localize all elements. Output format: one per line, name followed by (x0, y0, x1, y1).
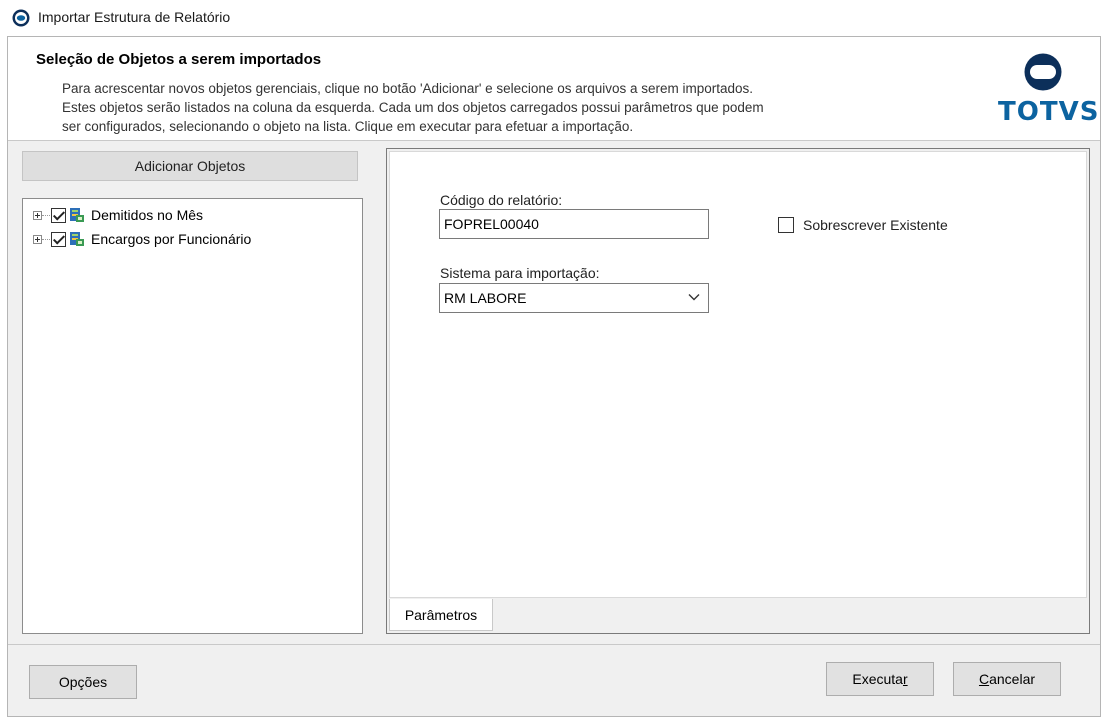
system-select[interactable]: RM LABORE (439, 283, 709, 313)
system-label: Sistema para importação: (440, 265, 600, 281)
tree-item-encargos[interactable]: Encargos por Funcionário (33, 229, 251, 249)
description-line: Para acrescentar novos objetos gerenciai… (62, 81, 754, 96)
header-description: Para acrescentar novos objetos gerenciai… (62, 79, 922, 136)
report-code-input[interactable] (439, 209, 709, 239)
add-objects-button[interactable]: Adicionar Objetos (22, 151, 358, 181)
parameters-tab-content: Código do relatório: Sobrescrever Existe… (389, 151, 1087, 598)
parameters-panel: Código do relatório: Sobrescrever Existe… (386, 148, 1090, 634)
tree-item-checkbox[interactable] (51, 231, 66, 247)
chevron-down-icon (688, 294, 700, 301)
tree-item-checkbox[interactable] (51, 207, 66, 223)
expand-icon[interactable] (33, 234, 42, 244)
system-select-value: RM LABORE (444, 290, 527, 306)
cancel-accelerator: C (978, 671, 990, 687)
overwrite-checkbox-row[interactable]: Sobrescrever Existente (778, 217, 948, 233)
header-title: Seleção de Objetos a serem importados (36, 51, 322, 68)
code-label: Código do relatório: (440, 192, 563, 208)
logo-text: TOTVS (998, 97, 1100, 127)
expand-icon[interactable] (33, 210, 42, 220)
window-title: Importar Estrutura de Relatório (38, 9, 231, 25)
cancel-button[interactable]: Cancelar (953, 662, 1061, 696)
description-line: Estes objetos serão listados na coluna d… (62, 100, 764, 115)
tree-connector (42, 238, 50, 240)
objects-tree[interactable]: Demitidos no Mês Encargos por Funcionári… (22, 198, 363, 634)
tab-parametros[interactable]: Parâmetros (389, 599, 493, 631)
app-icon (12, 9, 30, 27)
tree-item-label: Encargos por Funcionário (91, 231, 252, 247)
tree-item-demitidos[interactable]: Demitidos no Mês (33, 205, 203, 225)
cancel-label: ancelar (989, 671, 1036, 687)
execute-button[interactable]: Executa r (826, 662, 934, 696)
totvs-logo: TOTVS (998, 53, 1100, 135)
footer-separator (8, 644, 1100, 645)
overwrite-label: Sobrescrever Existente (803, 217, 948, 233)
execute-label: Executa (852, 671, 903, 687)
execute-accelerator: r (902, 671, 908, 687)
title-bar: Importar Estrutura de Relatório (0, 0, 1108, 36)
report-object-icon (70, 232, 84, 246)
dialog-body: Seleção de Objetos a serem importados Pa… (7, 36, 1101, 717)
options-button[interactable]: Opções (29, 665, 137, 699)
overwrite-checkbox[interactable] (778, 217, 794, 233)
totvs-logo-icon (1024, 53, 1062, 91)
description-line: ser configurados, selecionando o objeto … (62, 119, 634, 134)
header-panel: Seleção de Objetos a serem importados Pa… (8, 37, 1100, 141)
tree-connector (42, 214, 50, 216)
report-object-icon (70, 208, 84, 222)
tree-item-label: Demitidos no Mês (91, 207, 204, 223)
